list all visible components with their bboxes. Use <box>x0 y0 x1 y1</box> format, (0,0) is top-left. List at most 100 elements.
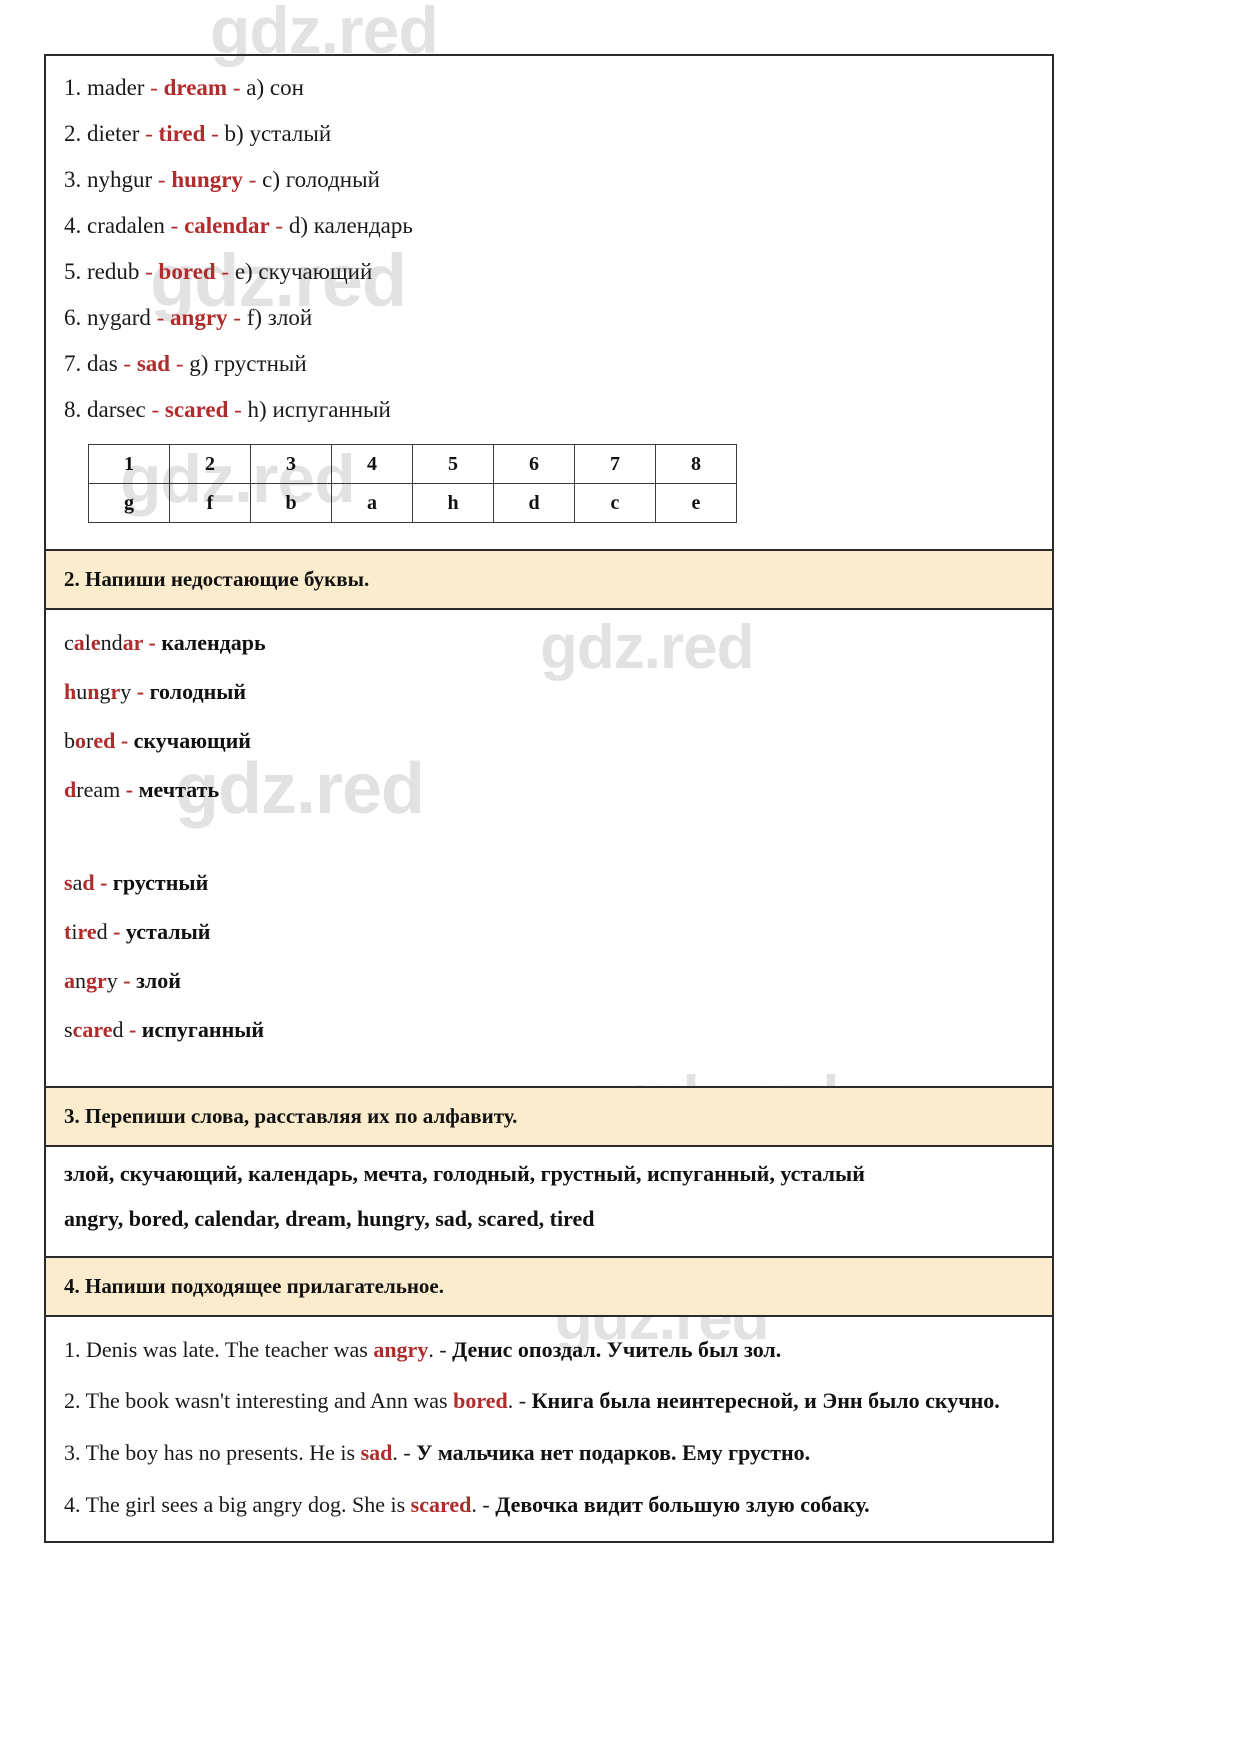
task-4-heading: 4. Напиши подходящее прилагательное. <box>46 1257 1052 1317</box>
task-4-item: 4. The girl sees a big angry dog. She is… <box>64 1490 1034 1520</box>
task-1-item: 4. cradalen - calendar - d) календарь <box>64 214 1034 237</box>
table-header-cell: 5 <box>412 444 494 484</box>
task-4-list: 1. Denis was late. The teacher was angry… <box>64 1335 1034 1520</box>
table-header-cell: 4 <box>331 444 413 484</box>
filled-letter: s <box>64 870 73 895</box>
task-4-dash: . - <box>428 1336 453 1362</box>
task-2-item: bored - скучающий <box>64 730 1034 752</box>
task-2-translation: грустный <box>112 870 209 895</box>
task-4-dash: . - <box>392 1439 417 1465</box>
filled-letter: e <box>90 630 101 655</box>
task-2-item: sad - грустный <box>64 872 1034 894</box>
task-2-item: dream - мечтать <box>64 779 1034 801</box>
given-letter: c <box>64 630 74 655</box>
task-1-item: 6. nygard - angry - f) злой <box>64 306 1034 329</box>
task-3-english-line: angry, bored, calendar, dream, hungry, s… <box>64 1206 595 1232</box>
given-letter: s <box>64 1017 73 1042</box>
table-answer-cell[interactable]: f <box>169 483 251 523</box>
given-letter: g <box>99 679 111 704</box>
task-1-answer-word: dream <box>163 75 228 100</box>
task-4-answer-word: scared <box>410 1491 472 1517</box>
task-2-separator: - <box>107 919 126 944</box>
task-1-translation: h) испуганный <box>247 397 391 422</box>
task-2-item: tired - усталый <box>64 921 1034 943</box>
task-1-dash: - <box>215 259 235 284</box>
task-4-dash: . - <box>471 1491 496 1517</box>
task-2-english-word: calendar <box>64 630 143 655</box>
task-2-english-word: angry <box>64 968 118 993</box>
filled-letter: are <box>82 1017 113 1042</box>
task-2-item: angry - злой <box>64 970 1034 992</box>
task-2-translation: злой <box>136 968 181 993</box>
task-1-body: 1. mader - dream - a) сон 2. dieter - tir… <box>46 56 1052 549</box>
task-2-english-word: hungry <box>64 679 131 704</box>
task-2-group-a: calendar - календарь hungry - голодный bor… <box>64 632 1034 801</box>
given-letter: y <box>106 968 118 993</box>
task-2-separator: - <box>131 679 150 704</box>
task-4-sentence: 3. The boy has no presents. He is <box>64 1439 361 1465</box>
task-2-english-word: sad <box>64 870 95 895</box>
task-1-dash: - <box>205 121 225 146</box>
filled-letter: ed <box>93 728 116 753</box>
task-2-separator: - <box>143 630 162 655</box>
task-4-translation: Денис опоздал. Учитель был зол. <box>452 1336 782 1362</box>
task-1-dash: - <box>156 305 171 330</box>
given-letter: y <box>120 679 132 704</box>
task-2-body: calendar - календарь hungry - голодный bor… <box>46 610 1052 1086</box>
task-4-translation: У мальчика нет подарков. Ему грустно. <box>416 1439 811 1465</box>
task-3-body: злой, скучающий, календарь, мечта, голод… <box>46 1147 1052 1256</box>
table-header-cell: 1 <box>88 444 170 484</box>
task-4-answer-word: bored <box>453 1388 508 1414</box>
task-1-dash: - <box>150 75 164 100</box>
task-1-dash: - <box>123 351 137 376</box>
task-3-block: 3. Перепиши слова, расставляя их по алфа… <box>46 1088 1052 1258</box>
task-2-item: scared - испуганный <box>64 1019 1034 1041</box>
task-1-translation: e) скучающий <box>234 259 373 284</box>
table-header-cell: 8 <box>655 444 737 484</box>
task-1-scrambled: 3. nyhgur <box>64 167 158 192</box>
task-1-dash: - <box>145 259 159 284</box>
filled-letter: c <box>72 1017 83 1042</box>
task-4-item: 2. The book wasn't interesting and Ann w… <box>64 1386 1034 1416</box>
task-1-scrambled: 7. das <box>64 351 124 376</box>
task-1-scrambled: 5. redub <box>64 259 146 284</box>
table-answer-cell[interactable]: e <box>655 483 737 523</box>
task-1-item: 8. darsec - scared - h) испуганный <box>64 398 1034 421</box>
table-answer-cell[interactable]: g <box>88 483 170 523</box>
task-1-translation: f) злой <box>246 305 313 330</box>
given-letter: d <box>112 1017 124 1042</box>
filled-letter: gr <box>86 968 107 993</box>
table-answer-cell[interactable]: b <box>250 483 332 523</box>
task-2-separator: - <box>123 1017 142 1042</box>
filled-letter: h <box>64 679 77 704</box>
task-1-translation: c) голодный <box>262 167 380 192</box>
task-1-answer-word: calendar <box>184 213 270 238</box>
table-answer-row: gfbahdce <box>88 483 737 523</box>
task-1-dash: - <box>157 167 172 192</box>
task-2-translation: календарь <box>161 630 266 655</box>
given-letter: n <box>75 968 86 993</box>
task-1-answer-word: angry <box>170 305 228 330</box>
filled-letter: o <box>75 728 86 753</box>
task-4-item: 1. Denis was late. The teacher was angry… <box>64 1335 1034 1365</box>
given-letter: nd <box>100 630 123 655</box>
task-3-russian-line: злой, скучающий, календарь, мечта, голод… <box>64 1161 865 1186</box>
given-letter: a <box>72 870 83 895</box>
task-2-translation: усталый <box>125 919 211 944</box>
task-1-dash: - <box>145 121 159 146</box>
table-answer-cell[interactable]: c <box>574 483 656 523</box>
table-answer-cell[interactable]: a <box>331 483 413 523</box>
task-2-group-b: sad - грустный tired - усталый angry - зло… <box>64 872 1034 1041</box>
task-1-translation: b) усталый <box>224 121 332 146</box>
task-1-scrambled: 8. darsec <box>64 397 152 422</box>
task-4-translation: Девочка видит большую злую собаку. <box>495 1491 870 1517</box>
table-answer-cell[interactable]: d <box>493 483 575 523</box>
task-2-translation: скучающий <box>133 728 251 753</box>
task-1-answer-word: hungry <box>171 167 243 192</box>
task-4-translation: Книга была неинтересной, и Энн было скуч… <box>531 1388 1000 1414</box>
task-1-item: 1. mader - dream - a) сон <box>64 76 1034 99</box>
table-header-cell: 2 <box>169 444 251 484</box>
filled-letter: d <box>64 777 77 802</box>
table-answer-cell[interactable]: h <box>412 483 494 523</box>
task-2-english-word: tired <box>64 919 108 944</box>
